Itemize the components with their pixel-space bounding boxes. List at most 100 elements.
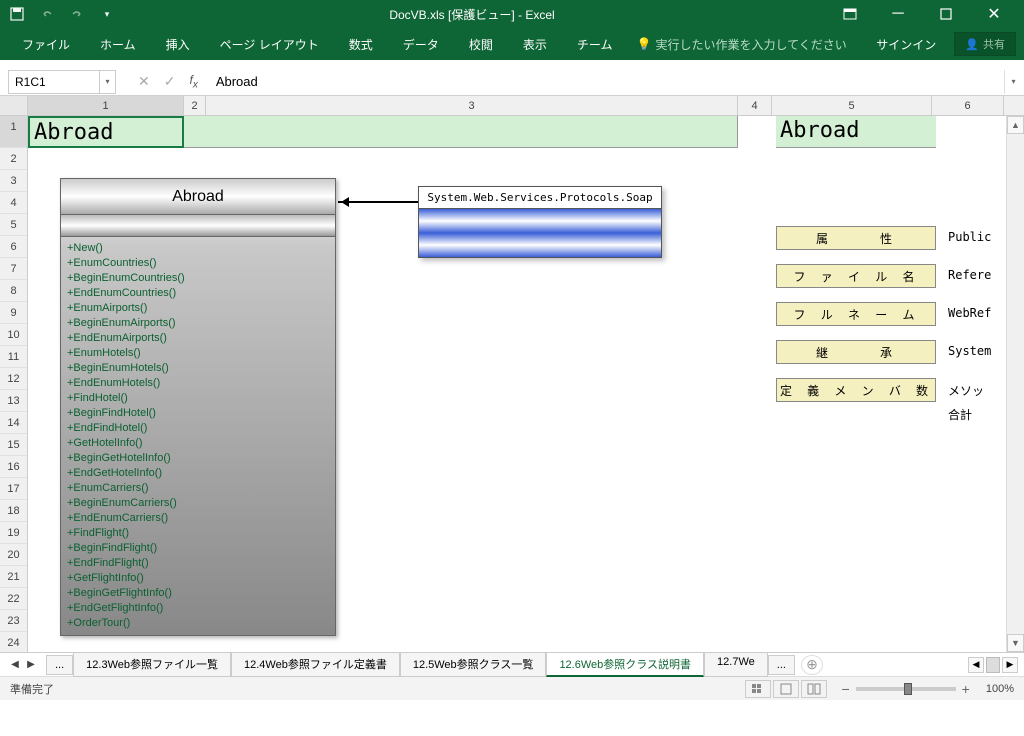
class-member: +EnumCountries() — [67, 256, 329, 271]
redo-icon[interactable] — [68, 5, 86, 23]
cell-r1c5[interactable]: Abroad — [776, 116, 936, 148]
row-header-17[interactable]: 17 — [0, 478, 27, 500]
total-label: 合計 — [948, 406, 972, 423]
maximize-button[interactable] — [924, 1, 968, 27]
row-header-16[interactable]: 16 — [0, 456, 27, 478]
sheet-nav-next-icon[interactable]: ▶ — [24, 657, 38, 673]
sheet-tab-more-left[interactable]: ... — [46, 655, 73, 675]
minimize-button[interactable]: ─ — [876, 1, 920, 27]
row-header-1[interactable]: 1 — [0, 116, 27, 148]
row-header-14[interactable]: 14 — [0, 412, 27, 434]
zoom-level[interactable]: 100% — [986, 683, 1014, 695]
normal-view-icon[interactable] — [745, 680, 771, 698]
sheet-tab-3[interactable]: 12.6Web参照クラス説明書 — [546, 652, 704, 677]
sheet-tab-0[interactable]: 12.3Web参照ファイル一覧 — [73, 652, 231, 677]
name-box[interactable]: R1C1 — [8, 70, 100, 94]
new-sheet-button[interactable]: ⊕ — [801, 655, 823, 675]
tab-formulas[interactable]: 数式 — [335, 30, 387, 59]
row-header-4[interactable]: 4 — [0, 192, 27, 214]
quick-access-toolbar: ▾ — [8, 5, 116, 23]
row-header-3[interactable]: 3 — [0, 170, 27, 192]
col-header-1[interactable]: 1 — [28, 96, 184, 115]
scroll-down-icon[interactable]: ▼ — [1007, 634, 1024, 652]
col-header-2[interactable]: 2 — [184, 96, 206, 115]
formula-bar-expand-icon[interactable]: ▾ — [1004, 70, 1022, 94]
enter-icon[interactable]: ✓ — [164, 73, 176, 90]
class-title: Abroad — [61, 179, 335, 215]
row-header-13[interactable]: 13 — [0, 390, 27, 412]
cell-r1c2-3[interactable] — [184, 116, 738, 148]
cell-r1c1[interactable]: Abroad — [28, 116, 184, 148]
class-member: +BeginGetHotelInfo() — [67, 451, 329, 466]
row-header-20[interactable]: 20 — [0, 544, 27, 566]
row-header-24[interactable]: 24 — [0, 632, 27, 652]
row-header-12[interactable]: 12 — [0, 368, 27, 390]
save-icon[interactable] — [8, 5, 26, 23]
page-break-view-icon[interactable] — [801, 680, 827, 698]
formula-input[interactable] — [210, 70, 1004, 94]
row-header-19[interactable]: 19 — [0, 522, 27, 544]
tab-view[interactable]: 表示 — [509, 30, 561, 59]
zoom-in-button[interactable]: + — [962, 681, 970, 697]
scroll-up-icon[interactable]: ▲ — [1007, 116, 1024, 134]
zoom-thumb[interactable] — [904, 683, 912, 695]
status-bar: 準備完了 − + 100% — [0, 676, 1024, 700]
col-header-5[interactable]: 5 — [772, 96, 932, 115]
col-header-4[interactable]: 4 — [738, 96, 772, 115]
page-layout-view-icon[interactable] — [773, 680, 799, 698]
sheet-tab-2[interactable]: 12.5Web参照クラス一覧 — [400, 652, 547, 677]
share-button[interactable]: 👤 共有 — [954, 32, 1016, 56]
row-header-10[interactable]: 10 — [0, 324, 27, 346]
sheet-nav-prev-icon[interactable]: ◀ — [8, 657, 22, 673]
sheet-tab-4[interactable]: 12.7We — [704, 652, 768, 677]
undo-icon[interactable] — [38, 5, 56, 23]
ribbon-display-icon[interactable] — [828, 1, 872, 27]
row-header-23[interactable]: 23 — [0, 610, 27, 632]
horizontal-scrollbar[interactable]: ◀ ▶ — [968, 657, 1018, 673]
fx-icon[interactable]: fx — [189, 73, 197, 90]
tab-home[interactable]: ホーム — [86, 30, 150, 59]
row-header-9[interactable]: 9 — [0, 302, 27, 324]
sheet-tab-more-right[interactable]: ... — [768, 655, 795, 675]
property-label-3: 継 承 — [776, 340, 936, 364]
tab-insert[interactable]: 挿入 — [152, 30, 204, 59]
signin-link[interactable]: サインイン — [868, 32, 944, 57]
cells-area[interactable]: Abroad Abroad Abroad +New()+EnumCountrie… — [28, 116, 1024, 652]
tab-team[interactable]: チーム — [563, 30, 627, 59]
hscroll-thumb[interactable] — [986, 657, 1000, 673]
select-all-button[interactable] — [0, 96, 28, 115]
vertical-scrollbar[interactable]: ▲ ▼ — [1006, 116, 1024, 652]
class-member: +EndFindHotel() — [67, 421, 329, 436]
row-header-5[interactable]: 5 — [0, 214, 27, 236]
row-header-21[interactable]: 21 — [0, 566, 27, 588]
tab-page-layout[interactable]: ページ レイアウト — [206, 30, 333, 59]
tab-data[interactable]: データ — [389, 30, 453, 59]
row-header-8[interactable]: 8 — [0, 280, 27, 302]
cancel-icon[interactable]: ✕ — [138, 73, 150, 90]
row-header-22[interactable]: 22 — [0, 588, 27, 610]
class-member: +GetHotelInfo() — [67, 436, 329, 451]
zoom-out-button[interactable]: − — [841, 681, 849, 697]
hscroll-right-icon[interactable]: ▶ — [1002, 657, 1018, 673]
share-label: 共有 — [983, 36, 1005, 52]
row-header-7[interactable]: 7 — [0, 258, 27, 280]
row-header-11[interactable]: 11 — [0, 346, 27, 368]
col-header-6[interactable]: 6 — [932, 96, 1004, 115]
qat-customize-icon[interactable]: ▾ — [98, 5, 116, 23]
col-header-3[interactable]: 3 — [206, 96, 738, 115]
lightbulb-icon: 💡 — [636, 37, 651, 51]
row-header-15[interactable]: 15 — [0, 434, 27, 456]
close-button[interactable]: ✕ — [972, 1, 1016, 27]
sheet-tab-1[interactable]: 12.4Web参照ファイル定義書 — [231, 652, 400, 677]
tell-me-search[interactable]: 💡 実行したい作業を入力してください — [636, 36, 846, 53]
row-header-6[interactable]: 6 — [0, 236, 27, 258]
hscroll-left-icon[interactable]: ◀ — [968, 657, 984, 673]
row-header-18[interactable]: 18 — [0, 500, 27, 522]
tab-review[interactable]: 校閲 — [455, 30, 507, 59]
property-value-4: メソッ — [948, 382, 984, 399]
zoom-slider[interactable] — [856, 687, 956, 691]
tab-file[interactable]: ファイル — [8, 30, 84, 59]
class-diagram-box: Abroad +New()+EnumCountries()+BeginEnumC… — [60, 178, 336, 636]
row-header-2[interactable]: 2 — [0, 148, 27, 170]
name-box-dropdown-icon[interactable]: ▾ — [100, 70, 116, 94]
